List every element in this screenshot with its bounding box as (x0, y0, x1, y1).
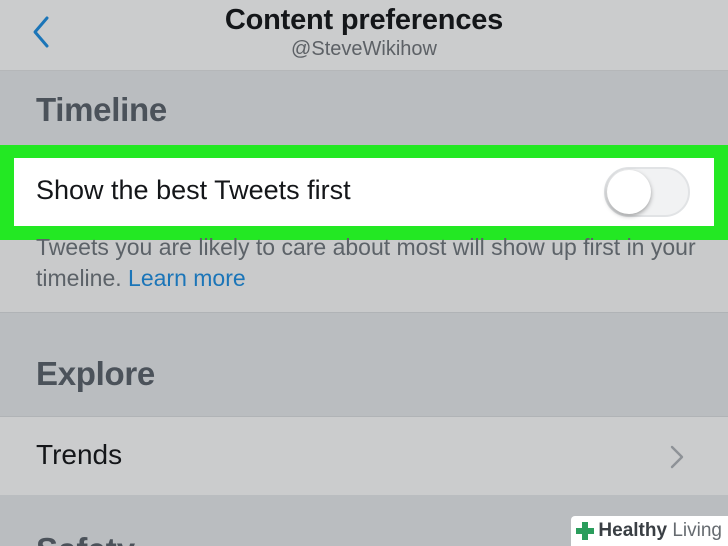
section-title-explore: Explore (36, 355, 155, 392)
section-header-explore: Explore (0, 313, 728, 416)
section-title-timeline: Timeline (36, 91, 167, 128)
trends-row[interactable]: Trends (0, 416, 728, 496)
plus-cross-icon (576, 522, 595, 540)
timeline-description-area: Tweets you are likely to care about most… (0, 234, 728, 313)
best-tweets-row[interactable]: Show the best Tweets first (14, 158, 714, 226)
timeline-description: Tweets you are likely to care about most… (36, 232, 716, 294)
toggle-knob (607, 170, 651, 214)
section-header-timeline: Timeline (0, 71, 728, 145)
account-handle: @SteveWikihow (291, 38, 437, 60)
chevron-right-icon (670, 445, 684, 469)
watermark-brand-bold: Healthy (598, 520, 668, 541)
watermark-text: Healthy Living (598, 520, 722, 542)
best-tweets-toggle[interactable] (604, 167, 690, 217)
page-title: Content preferences (224, 4, 504, 36)
nav-header: Content preferences @SteveWikihow (0, 0, 728, 71)
learn-more-link[interactable]: Learn more (128, 265, 246, 291)
trends-label: Trends (36, 439, 123, 470)
watermark: Healthy Living (571, 516, 728, 546)
best-tweets-label: Show the best Tweets first (36, 175, 351, 205)
section-title-safety: Safety (36, 531, 135, 546)
watermark-brand-light: Living (672, 520, 722, 541)
